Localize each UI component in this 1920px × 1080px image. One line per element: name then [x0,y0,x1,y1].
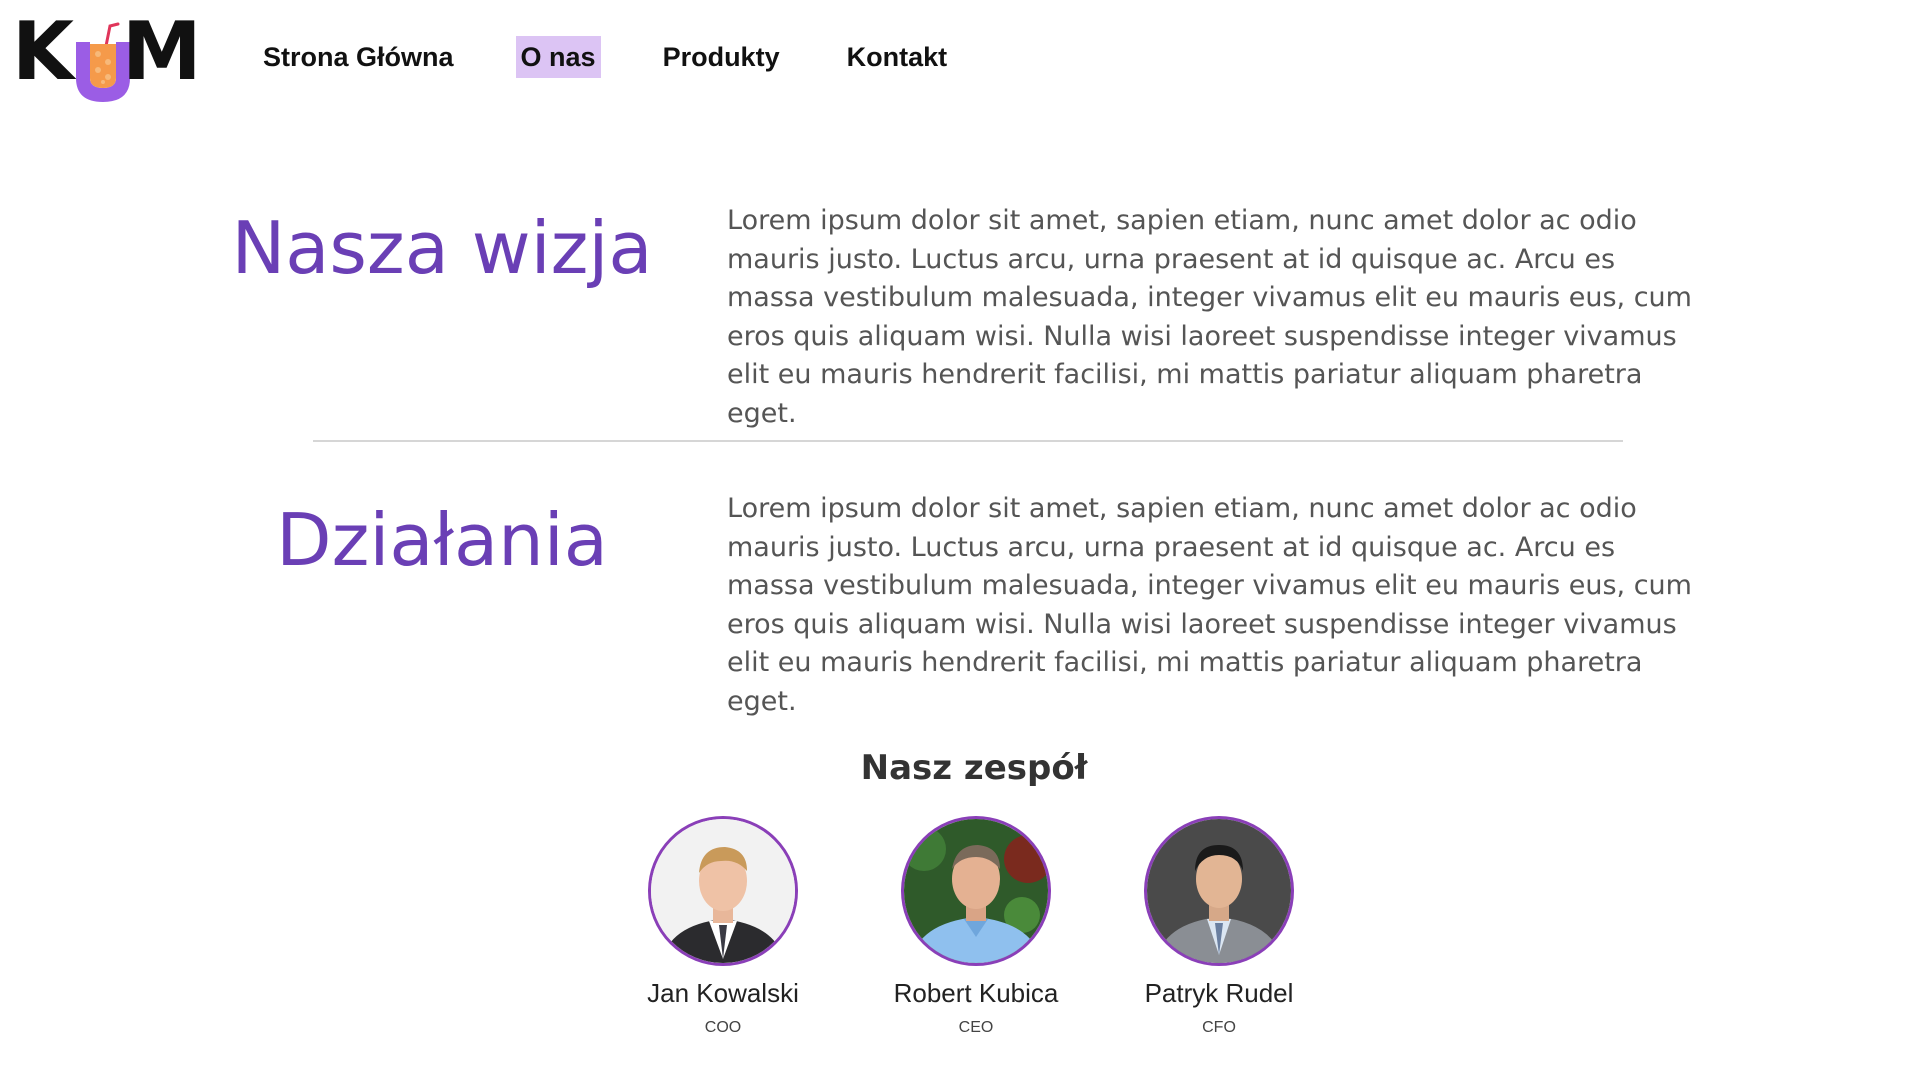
section-divider [313,440,1623,442]
nav-item-home[interactable]: Strona Główna [258,36,459,78]
site-header: K M Strona Główna O nas Produkty Kontakt [0,0,1920,110]
avatar [648,816,798,966]
vision-title: Nasza wizja [231,206,653,290]
member-role: COO [704,1019,742,1036]
kum-logo[interactable]: K M [12,5,202,102]
member-name: Patryk Rudel [1144,978,1294,1008]
member-role: CFO [1202,1019,1236,1036]
team-title: Nasz zespół [860,748,1088,788]
member-name: Robert Kubica [893,978,1059,1008]
actions-text: Lorem ipsum dolor sit amet, sapien etiam… [727,493,1692,717]
vision-text: Lorem ipsum dolor sit amet, sapien etiam… [727,205,1692,429]
person-photo-icon [1147,819,1291,963]
avatar [1144,816,1294,966]
person-photo-icon [651,819,795,963]
team-member: Jan Kowalski COO [623,816,823,1037]
person-photo-icon [904,819,1048,963]
member-name: Jan Kowalski [647,978,799,1008]
team-member: Robert Kubica CEO [876,816,1076,1037]
actions-title: Działania [276,498,608,582]
main-nav: Strona Główna O nas Produkty Kontakt [258,36,1009,78]
avatar [901,816,1051,966]
member-role: CEO [958,1019,994,1036]
team-member: Patryk Rudel CFO [1119,816,1319,1037]
nav-item-products[interactable]: Produkty [658,36,785,78]
logo-letter-k: K [12,5,74,98]
nav-item-about[interactable]: O nas [515,36,601,78]
nav-item-contact[interactable]: Kontakt [842,36,953,78]
logo-letter-m: M [122,5,202,98]
